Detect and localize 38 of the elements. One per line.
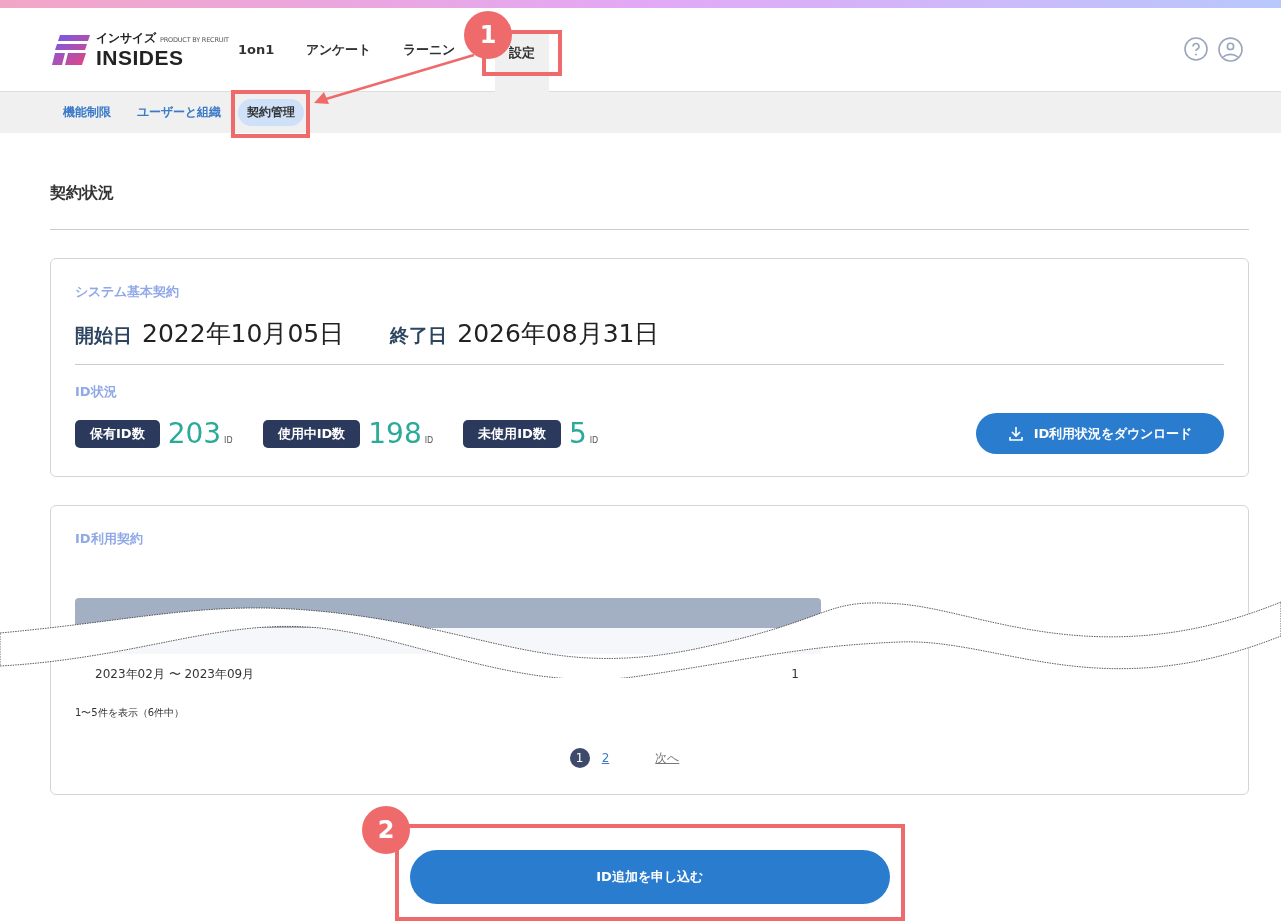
date-label: 終了日 [390, 323, 448, 348]
step-number: 2 [362, 806, 410, 854]
stat-unit: ID [424, 436, 434, 445]
page-title: 契約状況 [50, 182, 115, 204]
stat-label: 保有ID数 [75, 419, 160, 448]
table-cell-text: 2023年02月 〜 2023年09月 [94, 665, 255, 683]
page-link[interactable]: 2 [601, 751, 610, 765]
logo-kana: インサイズ [96, 30, 156, 47]
stat-unit: ID [589, 436, 599, 445]
table-cell: 1 [791, 667, 799, 681]
nav-tab[interactable]: アンケート [306, 40, 372, 59]
nav-tab[interactable]: ラーニン [403, 40, 456, 59]
help-icon[interactable] [1184, 37, 1208, 61]
logo-name: INSIDES [96, 47, 185, 69]
subnav-tab[interactable]: ユーザーと組織 [128, 99, 230, 126]
user-icon[interactable] [1218, 37, 1243, 62]
date-value: 2022年10月05日 [142, 318, 345, 350]
page-link[interactable]: 1 [569, 748, 590, 768]
section-label: ID利用契約 [75, 530, 144, 548]
stat-label: 未使用ID数 [463, 419, 561, 448]
download-icon [1007, 425, 1024, 442]
next-link[interactable]: 次へ [655, 749, 680, 767]
stat-label: 使用中ID数 [262, 419, 361, 448]
nav-tab[interactable]: 1on1 [238, 42, 275, 57]
date-label: 開始日 [75, 323, 132, 348]
date-value: 2026年08月31日 [457, 318, 660, 350]
subnav-tab[interactable]: 機能制限 [54, 99, 120, 126]
logo-icon [52, 34, 90, 65]
stat-unit: ID [224, 436, 233, 445]
stat-value: 203 [167, 417, 222, 450]
stat-value: 198 [368, 417, 422, 450]
section-label: ID状況 [75, 383, 118, 401]
apply-button[interactable]: ID追加を申し込む [409, 850, 890, 904]
section-label: システム基本契約 [75, 283, 180, 301]
download-button[interactable]: ID利用状況をダウンロード [976, 413, 1224, 454]
result-count: 1〜5件を表示（6件中） [75, 706, 186, 720]
stat-value: 5 [568, 417, 587, 450]
subnav-tab[interactable]: 契約管理 [238, 99, 304, 126]
